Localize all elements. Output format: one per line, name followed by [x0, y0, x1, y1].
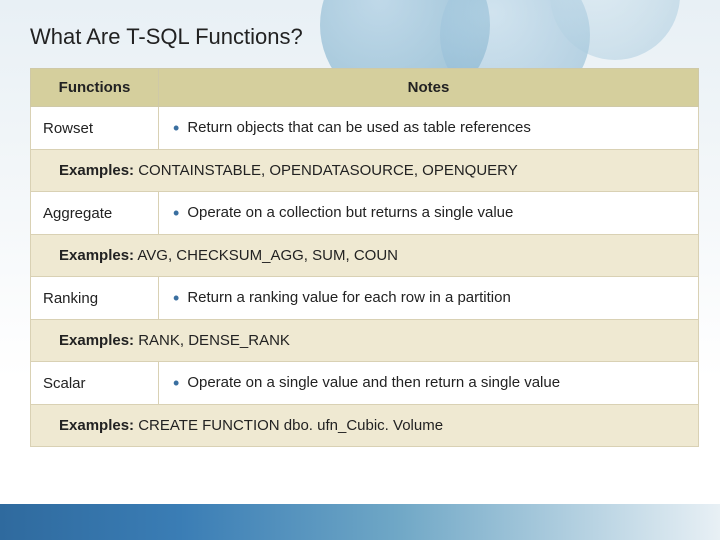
table-row: Scalar • Operate on a single value and t…: [31, 362, 699, 405]
header-functions: Functions: [31, 69, 159, 107]
slide-content: What Are T-SQL Functions? Functions Note…: [0, 0, 720, 540]
examples-cell: Examples: CREATE FUNCTION dbo. ufn_Cubic…: [31, 405, 699, 447]
slide-title: What Are T-SQL Functions?: [30, 24, 702, 50]
function-note: • Operate on a single value and then ret…: [159, 362, 699, 405]
examples-cell: Examples: RANK, DENSE_RANK: [31, 320, 699, 362]
function-name: Scalar: [31, 362, 159, 405]
functions-table: Functions Notes Rowset • Return objects …: [30, 68, 699, 447]
table-row: Rowset • Return objects that can be used…: [31, 107, 699, 150]
examples-text: AVG, CHECKSUM_AGG, SUM, COUN: [137, 247, 398, 264]
function-name: Rowset: [31, 107, 159, 150]
table-row-examples: Examples: CREATE FUNCTION dbo. ufn_Cubic…: [31, 405, 699, 447]
function-name: Aggregate: [31, 192, 159, 235]
table-row: Aggregate • Operate on a collection but …: [31, 192, 699, 235]
table-header-row: Functions Notes: [31, 69, 699, 107]
bullet-icon: •: [173, 374, 179, 392]
table-row: Ranking • Return a ranking value for eac…: [31, 277, 699, 320]
examples-text: CREATE FUNCTION dbo. ufn_Cubic. Volume: [138, 417, 443, 434]
examples-cell: Examples: AVG, CHECKSUM_AGG, SUM, COUN: [31, 235, 699, 277]
note-text: Operate on a single value and then retur…: [187, 374, 560, 391]
examples-label: Examples:: [59, 417, 134, 434]
note-text: Return objects that can be used as table…: [187, 119, 531, 136]
examples-text: RANK, DENSE_RANK: [138, 332, 290, 349]
examples-label: Examples:: [59, 247, 134, 264]
table-row-examples: Examples: RANK, DENSE_RANK: [31, 320, 699, 362]
examples-cell: Examples: CONTAINSTABLE, OPENDATASOURCE,…: [31, 150, 699, 192]
examples-text: CONTAINSTABLE, OPENDATASOURCE, OPENQUERY: [138, 162, 518, 179]
function-name: Ranking: [31, 277, 159, 320]
table-row-examples: Examples: AVG, CHECKSUM_AGG, SUM, COUN: [31, 235, 699, 277]
bullet-icon: •: [173, 289, 179, 307]
examples-label: Examples:: [59, 162, 134, 179]
header-notes: Notes: [159, 69, 699, 107]
bullet-icon: •: [173, 204, 179, 222]
function-note: • Return objects that can be used as tab…: [159, 107, 699, 150]
function-note: • Return a ranking value for each row in…: [159, 277, 699, 320]
table-row-examples: Examples: CONTAINSTABLE, OPENDATASOURCE,…: [31, 150, 699, 192]
examples-label: Examples:: [59, 332, 134, 349]
note-text: Operate on a collection but returns a si…: [187, 204, 513, 221]
function-note: • Operate on a collection but returns a …: [159, 192, 699, 235]
bullet-icon: •: [173, 119, 179, 137]
note-text: Return a ranking value for each row in a…: [187, 289, 511, 306]
